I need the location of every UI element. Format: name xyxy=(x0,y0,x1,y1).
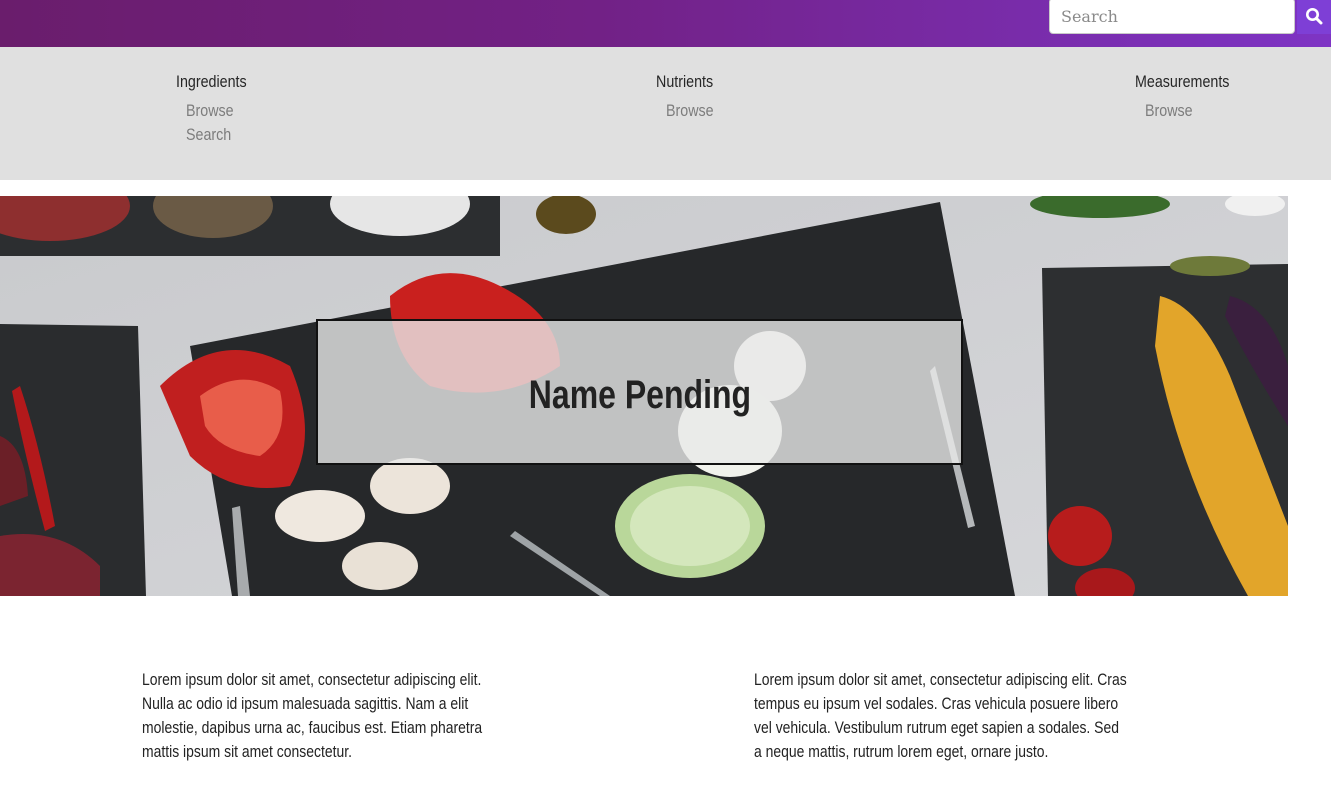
hero-banner: Name Pending xyxy=(0,196,1288,596)
search-icon xyxy=(1306,8,1323,25)
nav-link-ingredients-search[interactable]: Search xyxy=(186,123,248,147)
content-paragraph-1: Lorem ipsum dolor sit amet, consectetur … xyxy=(142,670,483,761)
nav-heading-nutrients: Nutrients xyxy=(656,72,714,91)
search-button[interactable] xyxy=(1297,0,1331,34)
top-bar xyxy=(0,0,1331,47)
search-input[interactable] xyxy=(1049,0,1295,34)
hero-title: Name Pending xyxy=(528,372,751,417)
nav-heading-ingredients: Ingredients xyxy=(176,72,247,91)
nav-heading-measurements: Measurements xyxy=(1135,72,1230,91)
nav-link-measurements-browse[interactable]: Browse xyxy=(1145,99,1231,123)
nav-menu: Ingredients Browse Search Nutrients Brow… xyxy=(0,47,1331,180)
nav-column-nutrients: Nutrients Browse xyxy=(656,71,724,123)
nav-link-ingredients-browse[interactable]: Browse xyxy=(186,99,248,123)
nav-link-nutrients-browse[interactable]: Browse xyxy=(666,99,715,123)
nav-column-measurements: Measurements Browse xyxy=(1135,71,1247,123)
hero-title-box: Name Pending xyxy=(316,319,963,465)
nav-column-ingredients: Ingredients Browse Search xyxy=(176,71,260,147)
content-paragraph-2: Lorem ipsum dolor sit amet, consectetur … xyxy=(754,670,1127,761)
